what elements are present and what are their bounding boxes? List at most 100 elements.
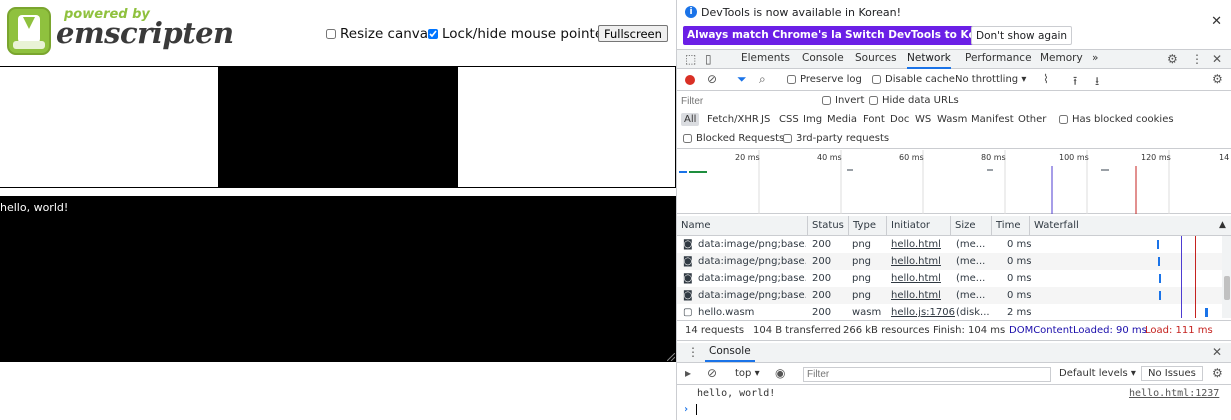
request-initiator[interactable]: hello.js:1706 [891, 304, 955, 321]
clear-console-icon[interactable]: ⊘ [707, 366, 717, 380]
resize-handle-icon[interactable] [667, 353, 675, 361]
type-wasm[interactable]: Wasm [937, 114, 967, 125]
summary-resources: 266 kB resources [843, 325, 930, 336]
more-tabs-button[interactable]: » [1092, 50, 1098, 69]
third-party-input[interactable] [783, 133, 792, 143]
throttling-select[interactable]: No throttling ▾ [955, 74, 1026, 85]
tab-memory[interactable]: Memory [1040, 50, 1083, 69]
kebab-menu-icon[interactable]: ⋮ [1191, 52, 1203, 66]
tab-elements[interactable]: Elements [741, 50, 790, 69]
filter-icon[interactable]: ⏷ [737, 72, 747, 87]
type-img[interactable]: Img [803, 114, 822, 125]
request-time: 0 ms [1007, 256, 1032, 267]
console-settings-icon[interactable]: ⚙ [1212, 366, 1223, 380]
invert-checkbox[interactable]: Invert [822, 95, 864, 106]
scrollbar-thumb[interactable] [1224, 276, 1230, 300]
clear-icon[interactable]: ⊘ [707, 72, 717, 86]
col-time[interactable]: Time [992, 216, 1030, 236]
blocked-requests-checkbox[interactable]: Blocked Requests [683, 133, 784, 144]
tab-performance[interactable]: Performance [965, 50, 1032, 69]
disable-cache-checkbox[interactable]: Disable cache [872, 74, 955, 85]
infobar-close-icon[interactable]: ✕ [1211, 14, 1222, 29]
log-levels-select[interactable]: Default levels ▾ [1059, 368, 1136, 379]
type-all[interactable]: All [681, 113, 700, 126]
type-manifest[interactable]: Manifest [971, 114, 1014, 125]
import-har-icon[interactable]: ⭱ [1073, 72, 1077, 93]
fullscreen-button[interactable]: Fullscreen [598, 25, 668, 42]
search-icon[interactable]: ⌕ [759, 72, 766, 87]
invert-input[interactable] [822, 95, 831, 105]
network-conditions-icon[interactable]: ⌇ [1043, 72, 1049, 86]
network-settings-icon[interactable]: ⚙ [1212, 72, 1223, 86]
close-drawer-icon[interactable]: ✕ [1212, 345, 1222, 359]
col-type[interactable]: Type [849, 216, 887, 236]
blocked-cookies-input[interactable] [1059, 114, 1068, 124]
live-expression-icon[interactable]: ◉ [775, 366, 785, 380]
context-select[interactable]: top ▾ [735, 368, 760, 379]
hide-data-urls-input[interactable] [869, 95, 878, 105]
tab-network[interactable]: Network [907, 50, 951, 69]
request-initiator[interactable]: hello.html [891, 253, 941, 270]
type-fetch-xhr[interactable]: Fetch/XHR [707, 114, 759, 125]
disable-cache-input[interactable] [872, 74, 881, 84]
third-party-checkbox[interactable]: 3rd-party requests [783, 133, 889, 144]
blocked-cookies-checkbox[interactable]: Has blocked cookies [1059, 114, 1174, 125]
lock-pointer-checkbox[interactable]: Lock/hide mouse pointer [428, 26, 609, 42]
col-name[interactable]: Name [677, 216, 808, 236]
request-initiator[interactable]: hello.html [891, 236, 941, 253]
record-icon[interactable] [685, 75, 695, 85]
export-har-icon[interactable]: ⭳ [1095, 72, 1099, 93]
table-row[interactable]: ◙ data:image/png;base... 200 png hello.h… [677, 253, 1222, 270]
close-devtools-icon[interactable]: ✕ [1212, 52, 1222, 66]
filter-input[interactable] [681, 94, 809, 108]
type-js[interactable]: JS [761, 114, 770, 125]
console-prompt-icon: › [683, 404, 690, 415]
request-name: data:image/png;base... [698, 256, 806, 267]
console-source-link[interactable]: hello.html:1237 [1129, 388, 1219, 399]
resize-canvas-checkbox[interactable]: Resize canvas [326, 26, 435, 42]
request-size: (me... [956, 273, 986, 284]
tab-drawer-console[interactable]: Console [705, 343, 755, 362]
type-css[interactable]: CSS [779, 114, 799, 125]
blocked-requests-input[interactable] [683, 133, 692, 143]
table-row[interactable]: ◙ data:image/png;base... 200 png hello.h… [677, 287, 1222, 304]
resize-canvas-input[interactable] [326, 29, 336, 39]
request-initiator[interactable]: hello.html [891, 270, 941, 287]
type-ws[interactable]: WS [915, 114, 931, 125]
issues-button[interactable]: No Issues [1141, 366, 1203, 381]
type-font[interactable]: Font [863, 114, 885, 125]
canvas[interactable] [218, 67, 458, 187]
type-media[interactable]: Media [827, 114, 857, 125]
output-textarea[interactable]: hello, world! [0, 196, 676, 362]
sidebar-toggle-icon[interactable]: ▸ [685, 366, 691, 380]
summary-transferred: 104 B transferred [753, 325, 842, 336]
col-waterfall[interactable]: Waterfall [1030, 216, 1220, 236]
lock-pointer-input[interactable] [428, 29, 438, 39]
table-scrollbar[interactable] [1222, 236, 1231, 318]
hide-data-urls-checkbox[interactable]: Hide data URLs [869, 95, 959, 106]
drawer-menu-icon[interactable]: ⋮ [687, 345, 699, 359]
lock-pointer-label: Lock/hide mouse pointer [442, 26, 609, 42]
tab-sources[interactable]: Sources [855, 50, 897, 69]
network-overview[interactable]: 20 ms 40 ms 60 ms 80 ms 100 ms 120 ms 14 [677, 150, 1231, 214]
dont-show-button[interactable]: Don't show again [971, 26, 1073, 45]
col-initiator[interactable]: Initiator [887, 216, 951, 236]
preserve-log-input[interactable] [787, 74, 796, 84]
type-doc[interactable]: Doc [890, 114, 909, 125]
console-input-caret[interactable] [696, 404, 697, 415]
request-initiator[interactable]: hello.html [891, 287, 941, 304]
table-row[interactable]: ▢ hello.wasm 200 wasm hello.js:1706 (dis… [677, 304, 1222, 321]
console-filter-input[interactable] [803, 367, 1051, 382]
preserve-log-checkbox[interactable]: Preserve log [787, 74, 862, 85]
tab-console[interactable]: Console [802, 50, 844, 69]
col-status[interactable]: Status [808, 216, 849, 236]
device-toolbar-icon[interactable]: ▯ [705, 52, 712, 66]
col-size[interactable]: Size [951, 216, 992, 236]
emscripten-logo[interactable] [7, 7, 51, 55]
table-row[interactable]: ◙ data:image/png;base... 200 png hello.h… [677, 270, 1222, 287]
request-table-header: Name Status Type Initiator Size Time Wat… [677, 216, 1231, 236]
settings-icon[interactable]: ⚙ [1167, 52, 1178, 66]
inspect-element-icon[interactable]: ⬚ [685, 52, 696, 66]
table-row[interactable]: ◙ data:image/png;base... 200 png hello.h… [677, 236, 1222, 253]
type-other[interactable]: Other [1018, 114, 1046, 125]
